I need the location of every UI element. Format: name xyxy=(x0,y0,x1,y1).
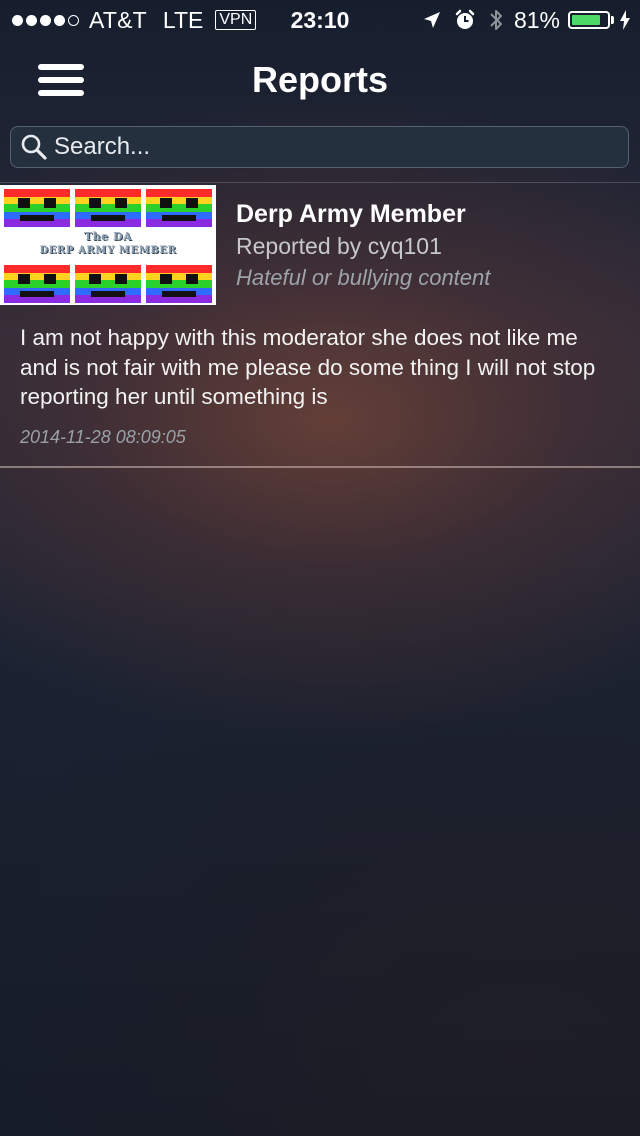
derp-face-graphic xyxy=(4,189,70,227)
alarm-clock-icon xyxy=(454,9,476,31)
derp-face-graphic xyxy=(146,265,212,303)
report-title: Derp Army Member xyxy=(236,200,466,228)
report-thumbnail-image: The DA DERP ARMY MEMBER xyxy=(0,185,216,305)
list-item[interactable]: The DA DERP ARMY MEMBER Derp Army Member… xyxy=(0,183,640,467)
battery-percent: 81% xyxy=(513,6,560,33)
report-reason: Hateful or bullying content xyxy=(236,265,491,290)
derp-face-graphic xyxy=(75,265,141,303)
thumbnail-caption-line2: DERP ARMY MEMBER xyxy=(39,245,177,256)
search-bar[interactable] xyxy=(10,126,629,168)
battery-icon xyxy=(568,11,610,29)
search-icon xyxy=(20,133,48,161)
row-divider xyxy=(0,466,640,468)
derp-face-graphic xyxy=(146,189,212,227)
derp-face-graphic xyxy=(75,189,141,227)
derp-face-graphic xyxy=(4,265,70,303)
report-timestamp: 2014-11-28 08:09:05 xyxy=(20,427,186,447)
search-input[interactable] xyxy=(54,133,628,161)
battery-nub xyxy=(611,16,614,24)
thumbnail-caption-line1: The DA xyxy=(83,230,133,243)
nav-bar: Reports xyxy=(0,40,640,122)
location-arrow-icon xyxy=(422,10,442,30)
charging-bolt-icon xyxy=(620,10,630,30)
page-title: Reports xyxy=(251,59,389,100)
battery-fill xyxy=(572,15,600,25)
status-right: 81% xyxy=(422,6,630,34)
bluetooth-icon xyxy=(488,7,504,33)
status-bar: AT&T LTE VPN 23:10 81% xyxy=(0,0,640,40)
report-reporter: Reported by cyq101 xyxy=(236,233,442,259)
report-message: I am not happy with this moderator she d… xyxy=(20,325,596,409)
